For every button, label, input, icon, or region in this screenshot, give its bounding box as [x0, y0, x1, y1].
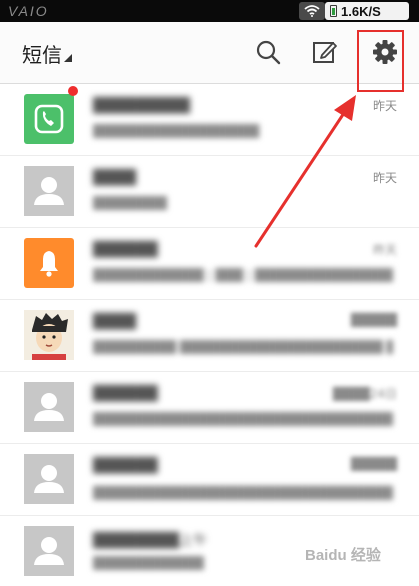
- conversation-item[interactable]: ████ █████████ ██████████████████████ ██…: [0, 300, 419, 372]
- conversation-date: 昨天: [372, 99, 397, 113]
- baidu-watermark: Baidu 经验: [305, 547, 381, 564]
- conversation-list: █████████ ██████████████████ 昨天 ████ ███…: [0, 84, 419, 586]
- conversation-date: 昨天: [372, 171, 397, 185]
- network-speed-indicator: 1.6K/S: [325, 2, 409, 20]
- conversation-preview: ████████████ | ███ | ██████████████████: [93, 268, 393, 282]
- conversation-preview: ████████████████████████████████████: [93, 412, 393, 426]
- conversation-sender: ██████: [93, 386, 158, 402]
- network-speed: 1.6K/S: [341, 3, 381, 19]
- unread-badge: [68, 86, 78, 96]
- conversation-item[interactable]: ████ ████████ 昨天: [0, 156, 419, 228]
- dropdown-caret-icon: [64, 53, 72, 62]
- compose-button[interactable]: [311, 38, 339, 66]
- conversation-sender: ████: [93, 314, 137, 330]
- conversation-sender: ██████: [93, 458, 158, 474]
- phone-app-icon: [24, 94, 74, 144]
- bell-app-icon: [24, 238, 74, 288]
- conversation-date: █████: [350, 457, 397, 471]
- brand-label: VAIO: [8, 3, 49, 19]
- conversation-sender: ████: [93, 170, 137, 186]
- conversation-item[interactable]: ██████ ████████████ | ███ | ████████████…: [0, 228, 419, 300]
- search-icon: [256, 40, 281, 65]
- conversation-item[interactable]: █████████ ██████████████████ 昨天: [0, 84, 419, 156]
- conversation-item[interactable]: ██████ █████████████████████████████████…: [0, 444, 419, 516]
- conversation-sender: ██████: [93, 242, 158, 258]
- cartoon-photo-avatar-icon: [24, 310, 74, 360]
- mailbox-selector[interactable]: 短信: [22, 39, 72, 68]
- conversation-sender: ████████上午: [93, 533, 208, 549]
- conversation-date: ████24日: [332, 387, 397, 401]
- compose-icon: [313, 42, 337, 63]
- conversation-sender: █████████: [93, 98, 190, 114]
- default-contact-avatar-icon: [24, 454, 74, 504]
- conversation-preview: ██████████████████████████████████ 千...: [93, 486, 393, 500]
- annotation-highlight-box: [357, 30, 404, 92]
- page-title: 短信: [22, 43, 62, 67]
- conversation-date: █████: [350, 313, 397, 327]
- battery-icon: [330, 5, 337, 17]
- search-button[interactable]: [254, 38, 282, 66]
- default-contact-avatar-icon: [24, 382, 74, 432]
- conversation-preview: ██████████████████: [93, 124, 260, 138]
- conversation-preview: ████████: [93, 196, 167, 210]
- conversation-preview: █████████ ██████████████████████ ██: [93, 340, 393, 354]
- default-contact-avatar-icon: [24, 166, 74, 216]
- conversation-item[interactable]: ██████ █████████████████████████████████…: [0, 372, 419, 444]
- wifi-icon: [299, 2, 325, 20]
- default-contact-avatar-icon: [24, 526, 74, 576]
- conversation-date: 昨天: [372, 243, 397, 257]
- status-bar: VAIO 1.6K/S: [0, 0, 419, 22]
